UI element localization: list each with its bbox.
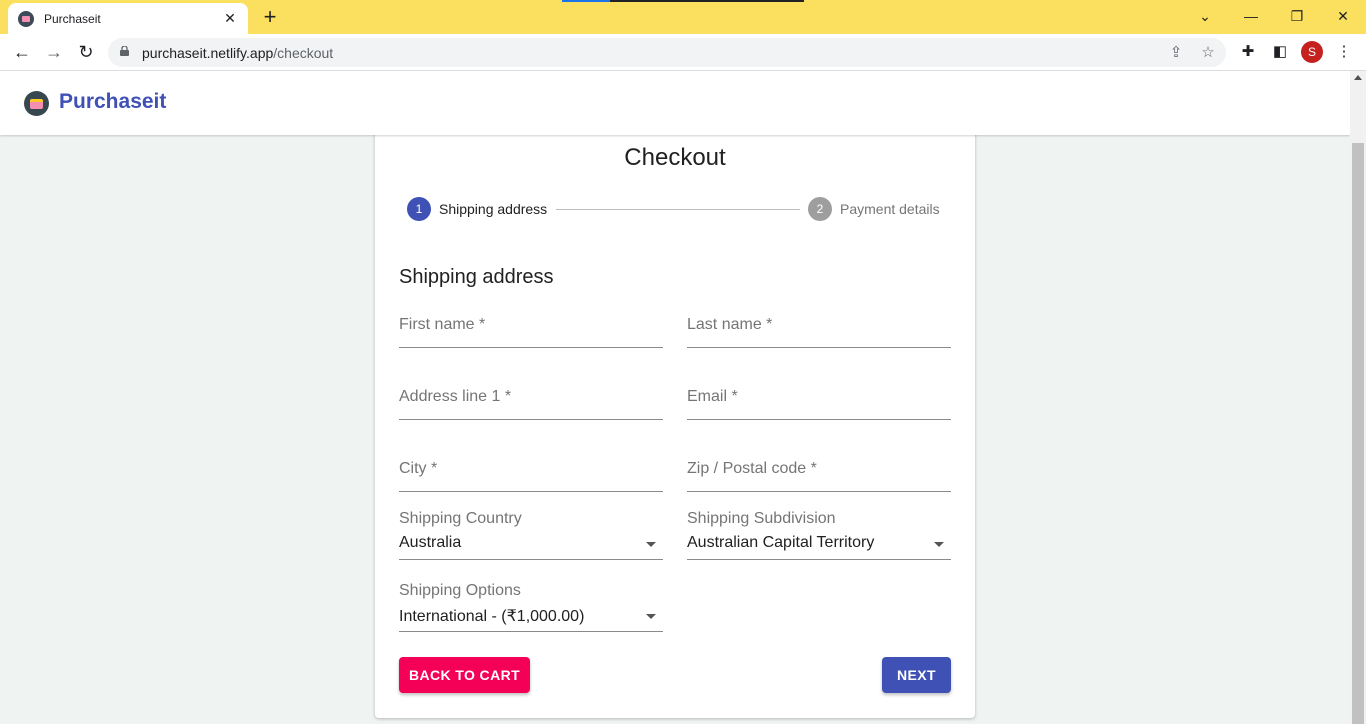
back-icon[interactable]: ← xyxy=(10,40,34,64)
share-icon[interactable]: ⇪ xyxy=(1166,43,1186,63)
shipping-country-value: Australia xyxy=(399,534,462,551)
step-shipping: 1 Shipping address xyxy=(407,197,547,221)
step-1-icon: 1 xyxy=(407,197,431,221)
zip-placeholder: Zip / Postal code * xyxy=(687,460,817,477)
shipping-options-label: Shipping Options xyxy=(399,582,521,599)
email-field[interactable]: Email * xyxy=(687,380,951,420)
last-name-field[interactable]: Last name * xyxy=(687,308,951,348)
city-field[interactable]: City * xyxy=(399,452,663,492)
site-favicon-icon xyxy=(18,10,34,27)
checkout-title: Checkout xyxy=(624,144,726,171)
chevron-down-icon xyxy=(646,614,656,619)
browser-titlebar: Purchaseit ✕ + ⌄ — ❐ ✕ xyxy=(0,0,1366,34)
scroll-up-icon[interactable] xyxy=(1354,75,1362,80)
shipping-options-value: International - (₹1,000.00) xyxy=(399,608,585,625)
back-to-cart-button[interactable]: BACK TO CART xyxy=(399,657,530,693)
shipping-country-select[interactable]: Shipping Country Australia xyxy=(399,510,663,560)
step-2-icon: 2 xyxy=(808,197,832,221)
page-viewport: Purchaseit Checkout 1 Shipping address 2… xyxy=(0,71,1350,724)
profile-avatar[interactable]: S xyxy=(1301,41,1323,63)
chevron-down-icon xyxy=(934,542,944,547)
address-bar[interactable]: purchaseit.netlify.app/checkout ⇪ ☆ xyxy=(108,38,1226,67)
step-payment: 2 Payment details xyxy=(808,197,940,221)
minimize-button[interactable]: — xyxy=(1235,4,1267,28)
reload-icon[interactable]: ↻ xyxy=(74,40,98,64)
stepper-connector xyxy=(556,209,800,210)
zip-field[interactable]: Zip / Postal code * xyxy=(687,452,951,492)
browser-menu-icon[interactable]: ⋮ xyxy=(1333,41,1355,63)
browser-tab[interactable]: Purchaseit ✕ xyxy=(8,3,248,34)
shop-logo-icon[interactable] xyxy=(24,91,49,116)
scrollbar-thumb[interactable] xyxy=(1352,143,1364,724)
shipping-subdivision-select[interactable]: Shipping Subdivision Australian Capital … xyxy=(687,510,951,560)
last-name-placeholder: Last name * xyxy=(687,316,773,333)
shipping-subdivision-value: Australian Capital Territory xyxy=(687,534,875,551)
address-line1-placeholder: Address line 1 * xyxy=(399,388,512,405)
tab-search-icon[interactable]: ⌄ xyxy=(1189,4,1221,28)
city-placeholder: City * xyxy=(399,460,438,477)
url-host: purchaseit.netlify.app xyxy=(142,45,274,61)
side-panel-icon[interactable]: ◧ xyxy=(1269,41,1291,63)
step-2-label: Payment details xyxy=(840,201,940,217)
section-title: Shipping address xyxy=(399,266,554,288)
tab-close-icon[interactable]: ✕ xyxy=(222,10,238,27)
app-header: Purchaseit xyxy=(0,71,1350,135)
bookmark-star-icon[interactable]: ☆ xyxy=(1198,43,1218,63)
page-scrollbar[interactable] xyxy=(1350,71,1366,724)
shipping-options-select[interactable]: Shipping Options International - (₹1,000… xyxy=(399,582,663,632)
first-name-field[interactable]: First name * xyxy=(399,308,663,348)
email-placeholder: Email * xyxy=(687,388,738,405)
lock-icon xyxy=(120,46,129,56)
app-name-link[interactable]: Purchaseit xyxy=(59,90,166,114)
restore-button[interactable]: ❐ xyxy=(1281,4,1313,28)
shipping-subdivision-label: Shipping Subdivision xyxy=(687,510,836,527)
close-window-button[interactable]: ✕ xyxy=(1327,4,1359,28)
first-name-placeholder: First name * xyxy=(399,316,486,333)
checkout-card: Checkout 1 Shipping address 2 Payment de… xyxy=(375,126,975,718)
tab-title: Purchaseit xyxy=(44,11,101,26)
new-tab-button[interactable]: + xyxy=(258,5,282,29)
url-text: purchaseit.netlify.app/checkout xyxy=(142,45,333,61)
chevron-down-icon xyxy=(646,542,656,547)
step-1-label: Shipping address xyxy=(439,201,548,217)
address-line1-field[interactable]: Address line 1 * xyxy=(399,380,663,420)
shipping-country-label: Shipping Country xyxy=(399,510,522,527)
browser-toolbar: ← → ↻ purchaseit.netlify.app/checkout ⇪ … xyxy=(0,34,1366,71)
url-path: /checkout xyxy=(273,45,334,61)
tab-strip-indicator xyxy=(562,0,804,2)
next-button[interactable]: NEXT xyxy=(882,657,951,693)
forward-icon[interactable]: → xyxy=(42,40,66,64)
extensions-icon[interactable]: ✚ xyxy=(1237,41,1259,63)
